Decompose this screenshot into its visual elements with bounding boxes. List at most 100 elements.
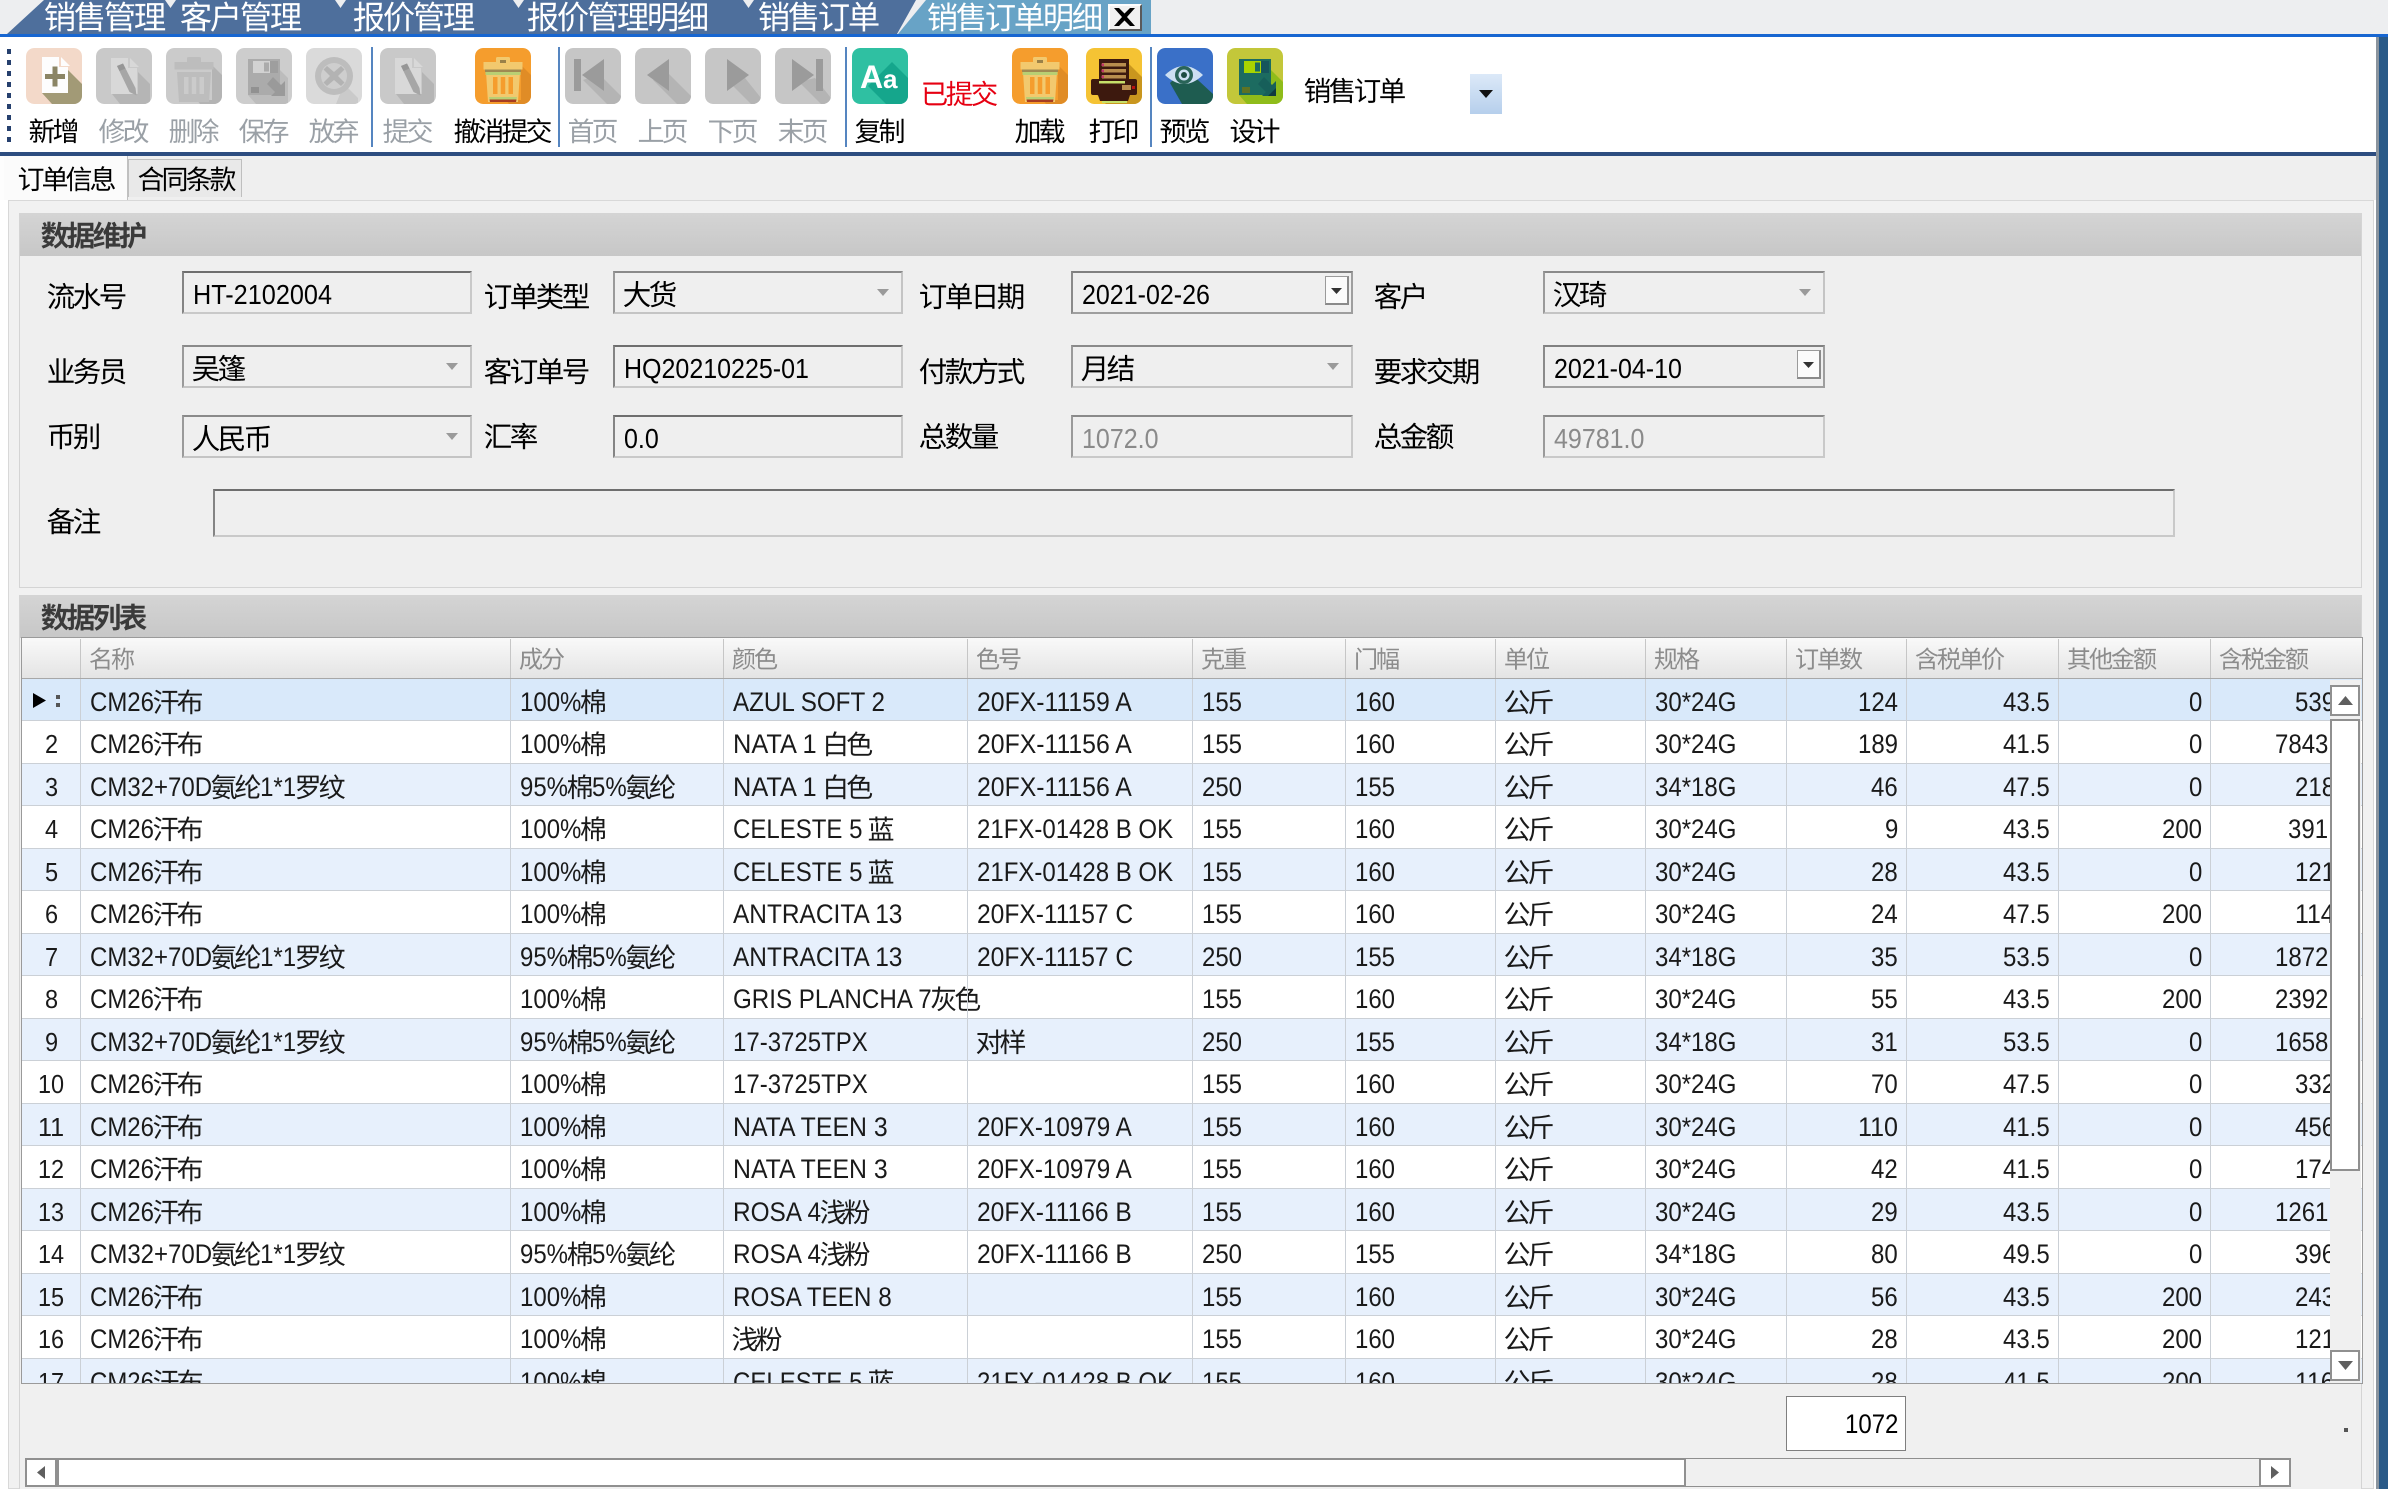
svg-text:1*1: 1*1 xyxy=(260,1027,296,1057)
svg-text:0: 0 xyxy=(2189,1027,2202,1057)
svg-text:155: 155 xyxy=(1202,899,1242,929)
svg-text:160: 160 xyxy=(1355,984,1395,1014)
svg-text:95%: 95% xyxy=(520,1027,568,1057)
svg-text:a: a xyxy=(883,64,898,94)
svg-text:1072: 1072 xyxy=(1845,1409,1898,1439)
svg-text:NATA 1: NATA 1 xyxy=(733,772,824,802)
svg-text:200: 200 xyxy=(2162,899,2202,929)
svg-text:3: 3 xyxy=(45,772,58,802)
svg-text:1*1: 1*1 xyxy=(260,942,296,972)
svg-text:160: 160 xyxy=(1355,814,1395,844)
svg-text:0: 0 xyxy=(2189,1239,2202,1269)
svg-text:30*24G: 30*24G xyxy=(1655,1282,1736,1312)
svg-text:0: 0 xyxy=(2189,772,2202,802)
svg-text:12: 12 xyxy=(38,1154,64,1184)
svg-text:43.5: 43.5 xyxy=(2003,687,2050,717)
svg-text:28: 28 xyxy=(1871,857,1898,887)
svg-text:155: 155 xyxy=(1202,814,1242,844)
svg-text:47.5: 47.5 xyxy=(2003,772,2050,802)
svg-text:17-3725TPX: 17-3725TPX xyxy=(733,1027,868,1057)
svg-text:200: 200 xyxy=(2162,984,2202,1014)
svg-text:10: 10 xyxy=(38,1069,64,1099)
svg-text:20FX-11157 C: 20FX-11157 C xyxy=(977,899,1133,929)
svg-text:5: 5 xyxy=(45,857,58,887)
svg-text:4: 4 xyxy=(45,814,58,844)
svg-text:43.5: 43.5 xyxy=(2003,857,2050,887)
svg-text:CELESTE 5: CELESTE 5 xyxy=(733,814,869,844)
svg-text:CM26: CM26 xyxy=(90,857,154,887)
svg-text:160: 160 xyxy=(1355,1154,1395,1184)
svg-text:CM26: CM26 xyxy=(90,1324,154,1354)
svg-text:CM26: CM26 xyxy=(90,899,154,929)
svg-text:160: 160 xyxy=(1355,729,1395,759)
svg-text:47.5: 47.5 xyxy=(2003,1069,2050,1099)
svg-text:GRIS PLANCHA 7: GRIS PLANCHA 7 xyxy=(733,984,932,1014)
svg-text:8: 8 xyxy=(45,984,58,1014)
svg-text:CM32+70D: CM32+70D xyxy=(90,1027,212,1057)
svg-text:34*18G: 34*18G xyxy=(1655,942,1736,972)
svg-text:31: 31 xyxy=(1871,1027,1898,1057)
svg-text:20FX-11166 B: 20FX-11166 B xyxy=(977,1239,1132,1269)
svg-text:160: 160 xyxy=(1355,1069,1395,1099)
svg-text:13: 13 xyxy=(38,1197,64,1227)
svg-text:29: 29 xyxy=(1871,1197,1898,1227)
svg-text:30*24G: 30*24G xyxy=(1655,984,1736,1014)
svg-text:155: 155 xyxy=(1202,1282,1242,1312)
svg-text:1*1: 1*1 xyxy=(260,1239,296,1269)
svg-text:100%: 100% xyxy=(520,984,581,1014)
svg-text:34*18G: 34*18G xyxy=(1655,1027,1736,1057)
svg-text:HQ20210225-01: HQ20210225-01 xyxy=(624,353,809,384)
svg-text:250: 250 xyxy=(1202,1239,1242,1269)
svg-text:5%: 5% xyxy=(592,1027,627,1057)
svg-text:CM26: CM26 xyxy=(90,1112,154,1142)
svg-text:ROSA 4: ROSA 4 xyxy=(733,1239,821,1269)
svg-text:30*24G: 30*24G xyxy=(1655,899,1736,929)
svg-text:21FX-01428 B OK: 21FX-01428 B OK xyxy=(977,814,1173,844)
svg-text:160: 160 xyxy=(1355,1324,1395,1354)
svg-text:6: 6 xyxy=(45,899,58,929)
svg-text:30*24G: 30*24G xyxy=(1655,687,1736,717)
svg-text:20FX-11157 C: 20FX-11157 C xyxy=(977,942,1133,972)
svg-text:43.5: 43.5 xyxy=(2003,1324,2050,1354)
svg-text:189: 189 xyxy=(1858,729,1898,759)
svg-text:30*24G: 30*24G xyxy=(1655,857,1736,887)
svg-text:HT-2102004: HT-2102004 xyxy=(193,279,332,310)
svg-text:43.5: 43.5 xyxy=(2003,1197,2050,1227)
svg-text:7: 7 xyxy=(45,942,58,972)
svg-text:14: 14 xyxy=(38,1239,64,1269)
svg-text:1*1: 1*1 xyxy=(260,772,296,802)
svg-text:110: 110 xyxy=(1858,1112,1898,1142)
svg-text:95%: 95% xyxy=(520,942,568,972)
svg-text:0: 0 xyxy=(2189,1154,2202,1184)
svg-text:155: 155 xyxy=(1202,1154,1242,1184)
svg-text:30*24G: 30*24G xyxy=(1655,1112,1736,1142)
svg-text:55: 55 xyxy=(1871,984,1898,1014)
svg-text:80: 80 xyxy=(1871,1239,1898,1269)
svg-text:CM32+70D: CM32+70D xyxy=(90,772,212,802)
svg-text:41.5: 41.5 xyxy=(2003,1154,2050,1184)
svg-text:155: 155 xyxy=(1202,1197,1242,1227)
svg-text:NATA TEEN 3: NATA TEEN 3 xyxy=(733,1154,888,1184)
svg-text:35: 35 xyxy=(1871,942,1898,972)
svg-text:43.5: 43.5 xyxy=(2003,814,2050,844)
svg-text:21FX-01428 B OK: 21FX-01428 B OK xyxy=(977,857,1173,887)
svg-text:200: 200 xyxy=(2162,1282,2202,1312)
svg-text:155: 155 xyxy=(1355,942,1395,972)
svg-text:0: 0 xyxy=(2189,1197,2202,1227)
svg-text:200: 200 xyxy=(2162,1324,2202,1354)
svg-text:CM26: CM26 xyxy=(90,1197,154,1227)
svg-text:17-3725TPX: 17-3725TPX xyxy=(733,1069,868,1099)
svg-text:CELESTE 5: CELESTE 5 xyxy=(733,857,869,887)
svg-text:155: 155 xyxy=(1202,857,1242,887)
svg-text:100%: 100% xyxy=(520,687,581,717)
svg-text:100%: 100% xyxy=(520,899,581,929)
svg-text:250: 250 xyxy=(1202,942,1242,972)
svg-text:46: 46 xyxy=(1871,772,1898,802)
svg-text:250: 250 xyxy=(1202,772,1242,802)
svg-text:250: 250 xyxy=(1202,1027,1242,1057)
svg-text:155: 155 xyxy=(1202,1112,1242,1142)
svg-text:0.0: 0.0 xyxy=(624,423,659,454)
svg-text:30*24G: 30*24G xyxy=(1655,814,1736,844)
svg-text:34*18G: 34*18G xyxy=(1655,772,1736,802)
svg-text:NATA 1: NATA 1 xyxy=(733,729,824,759)
